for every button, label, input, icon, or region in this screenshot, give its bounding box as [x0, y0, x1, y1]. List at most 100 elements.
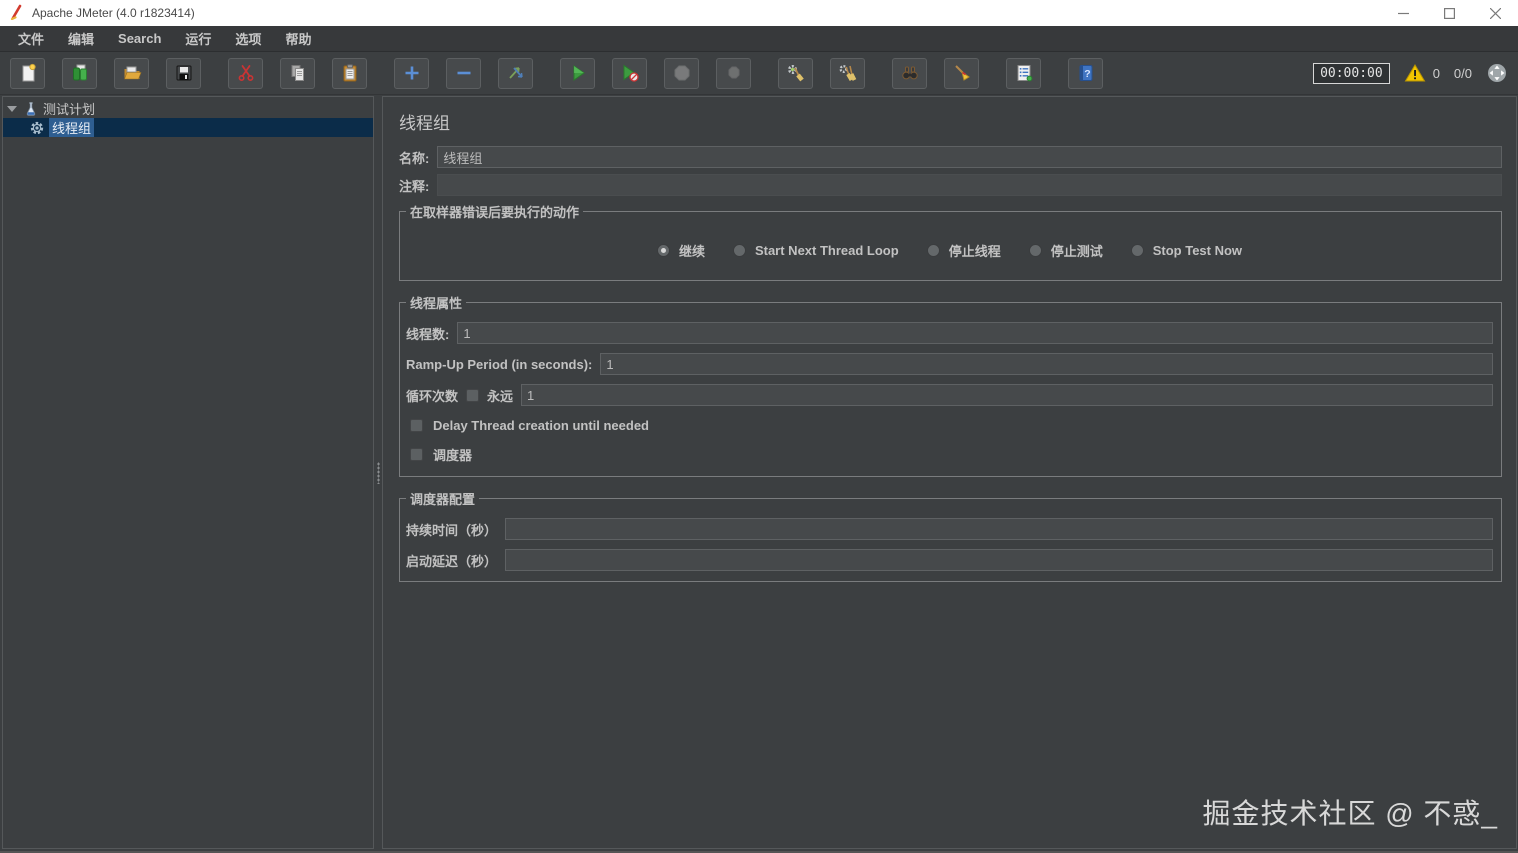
scheduler-config-title: 调度器配置: [410, 492, 476, 507]
rampup-row: Ramp-Up Period (in seconds):: [406, 353, 1493, 375]
tree-main-splitter[interactable]: [374, 96, 382, 849]
delay-creation-checkbox[interactable]: [410, 419, 423, 432]
copy-icon: [291, 65, 304, 81]
loop-count-input[interactable]: [521, 384, 1493, 406]
name-label: 名称:: [399, 150, 430, 166]
radio-stop-test-now[interactable]: Stop Test Now: [1130, 243, 1242, 258]
start-no-pauses-icon: [623, 64, 639, 82]
radio-stop-thread[interactable]: 停止线程: [926, 241, 1001, 260]
threads-label: 线程数:: [406, 326, 450, 342]
tree-item-thread-group[interactable]: 线程组: [3, 118, 373, 137]
maximize-icon[interactable]: [1426, 0, 1472, 26]
toolbar-group-tree: [394, 57, 533, 89]
new-file-icon: [22, 63, 36, 82]
radio-icon[interactable]: [1028, 244, 1042, 257]
menu-options[interactable]: 选项: [225, 26, 271, 51]
rampup-label: Ramp-Up Period (in seconds):: [406, 356, 593, 372]
warning-triangle-icon: [1404, 64, 1426, 82]
threads-input[interactable]: [457, 322, 1493, 344]
tree-item-test-plan[interactable]: 测试计划: [3, 99, 373, 118]
comments-row: 注释:: [399, 174, 1502, 196]
splitter-grip[interactable]: [376, 461, 380, 484]
open-folder-icon: [123, 66, 141, 80]
log-errors-indicator[interactable]: 0: [1404, 63, 1440, 83]
radio-icon[interactable]: [926, 244, 940, 257]
start-button[interactable]: [560, 57, 595, 89]
search-reset-broom-icon: [954, 65, 970, 81]
jmeter-logo-icon: [10, 4, 24, 23]
threads-row: 线程数:: [406, 322, 1493, 344]
startup-delay-row: 启动延迟（秒）: [406, 549, 1493, 571]
scheduler-checkbox[interactable]: [410, 448, 423, 461]
toolbar-group-clear: [778, 57, 865, 89]
menu-search[interactable]: Search: [108, 28, 171, 49]
radio-icon[interactable]: [1130, 244, 1144, 257]
radio-start-next-loop[interactable]: Start Next Thread Loop: [732, 243, 899, 258]
shutdown-button[interactable]: [716, 57, 751, 89]
search-reset-button[interactable]: [944, 57, 979, 89]
clear-button[interactable]: [778, 57, 813, 89]
new-file-button[interactable]: [10, 57, 45, 89]
stop-button[interactable]: [664, 57, 699, 89]
name-input[interactable]: [437, 146, 1502, 168]
comments-input[interactable]: [437, 174, 1502, 196]
start-no-pauses-button[interactable]: [612, 57, 647, 89]
save-button[interactable]: [166, 57, 201, 89]
minimize-icon[interactable]: [1380, 0, 1426, 26]
open-button[interactable]: [114, 57, 149, 89]
sampler-error-fieldset: 在取样器错误后要执行的动作 继续 Start Next Thread Loop …: [399, 202, 1502, 281]
toolbar-group-search: [892, 57, 979, 89]
search-button[interactable]: [892, 57, 927, 89]
function-helper-button[interactable]: [1006, 57, 1041, 89]
cut-button[interactable]: [228, 57, 263, 89]
elapsed-timer: 00:00:00: [1313, 62, 1390, 84]
forever-label: 永远: [487, 388, 514, 404]
test-plan-flask-icon: [26, 101, 36, 116]
forever-checkbox[interactable]: [466, 388, 480, 402]
clear-all-button[interactable]: [830, 57, 865, 89]
toolbar-group-run: [560, 57, 751, 89]
tree-item-label[interactable]: 线程组: [49, 118, 95, 137]
panel-title: 线程组: [399, 114, 450, 133]
sampler-error-title: 在取样器错误后要执行的动作: [410, 205, 580, 220]
menu-run[interactable]: 运行: [175, 26, 221, 51]
remote-status-icon: [1488, 64, 1506, 82]
help-button[interactable]: ?: [1068, 57, 1103, 89]
paste-button[interactable]: [332, 57, 367, 89]
scheduler-row: 调度器: [410, 445, 1493, 464]
content-area: 测试计划 线程组 线程组 名称: 注释: 在取样器错误后要执行的动作: [0, 95, 1518, 851]
thread-properties-title: 线程属性: [410, 296, 463, 311]
toolbar: ? 00:00:00 0 0/0: [0, 52, 1518, 95]
collapse-all-button[interactable]: [446, 57, 481, 89]
radio-stop-test[interactable]: 停止测试: [1028, 241, 1103, 260]
tree-item-label[interactable]: 测试计划: [43, 99, 95, 118]
menu-bar: 文件 编辑 Search 运行 选项 帮助: [0, 26, 1518, 52]
thread-group-gear-icon: [30, 121, 44, 134]
toggle-button[interactable]: [498, 57, 533, 89]
copy-button[interactable]: [280, 57, 315, 89]
delay-creation-row: Delay Thread creation until needed: [410, 418, 1493, 433]
comments-label: 注释:: [399, 178, 430, 194]
menu-edit[interactable]: 编辑: [58, 26, 104, 51]
radio-icon[interactable]: [656, 244, 670, 257]
duration-label: 持续时间（秒）: [406, 522, 498, 538]
active-thread-count: 0/0: [1453, 65, 1472, 81]
close-icon[interactable]: [1472, 0, 1518, 26]
tree-expand-caret-icon[interactable]: [7, 105, 17, 112]
save-icon: [176, 65, 191, 81]
toolbar-group-function: [1006, 57, 1041, 89]
startup-delay-input[interactable]: [505, 549, 1493, 571]
loop-count-row: 循环次数 永远: [406, 384, 1493, 406]
clear-broom-icon: [787, 64, 804, 82]
radio-continue[interactable]: 继续: [656, 241, 705, 260]
radio-icon[interactable]: [732, 244, 746, 257]
duration-input[interactable]: [505, 518, 1493, 540]
templates-button[interactable]: [62, 57, 97, 89]
rampup-input[interactable]: [600, 353, 1493, 375]
function-helper-icon: [1017, 65, 1032, 82]
toggle-arrows-icon: [508, 67, 523, 79]
toolbar-status-area: 00:00:00 0 0/0: [1313, 62, 1508, 84]
menu-help[interactable]: 帮助: [275, 26, 321, 51]
expand-all-button[interactable]: [394, 57, 429, 89]
menu-file[interactable]: 文件: [8, 26, 54, 51]
